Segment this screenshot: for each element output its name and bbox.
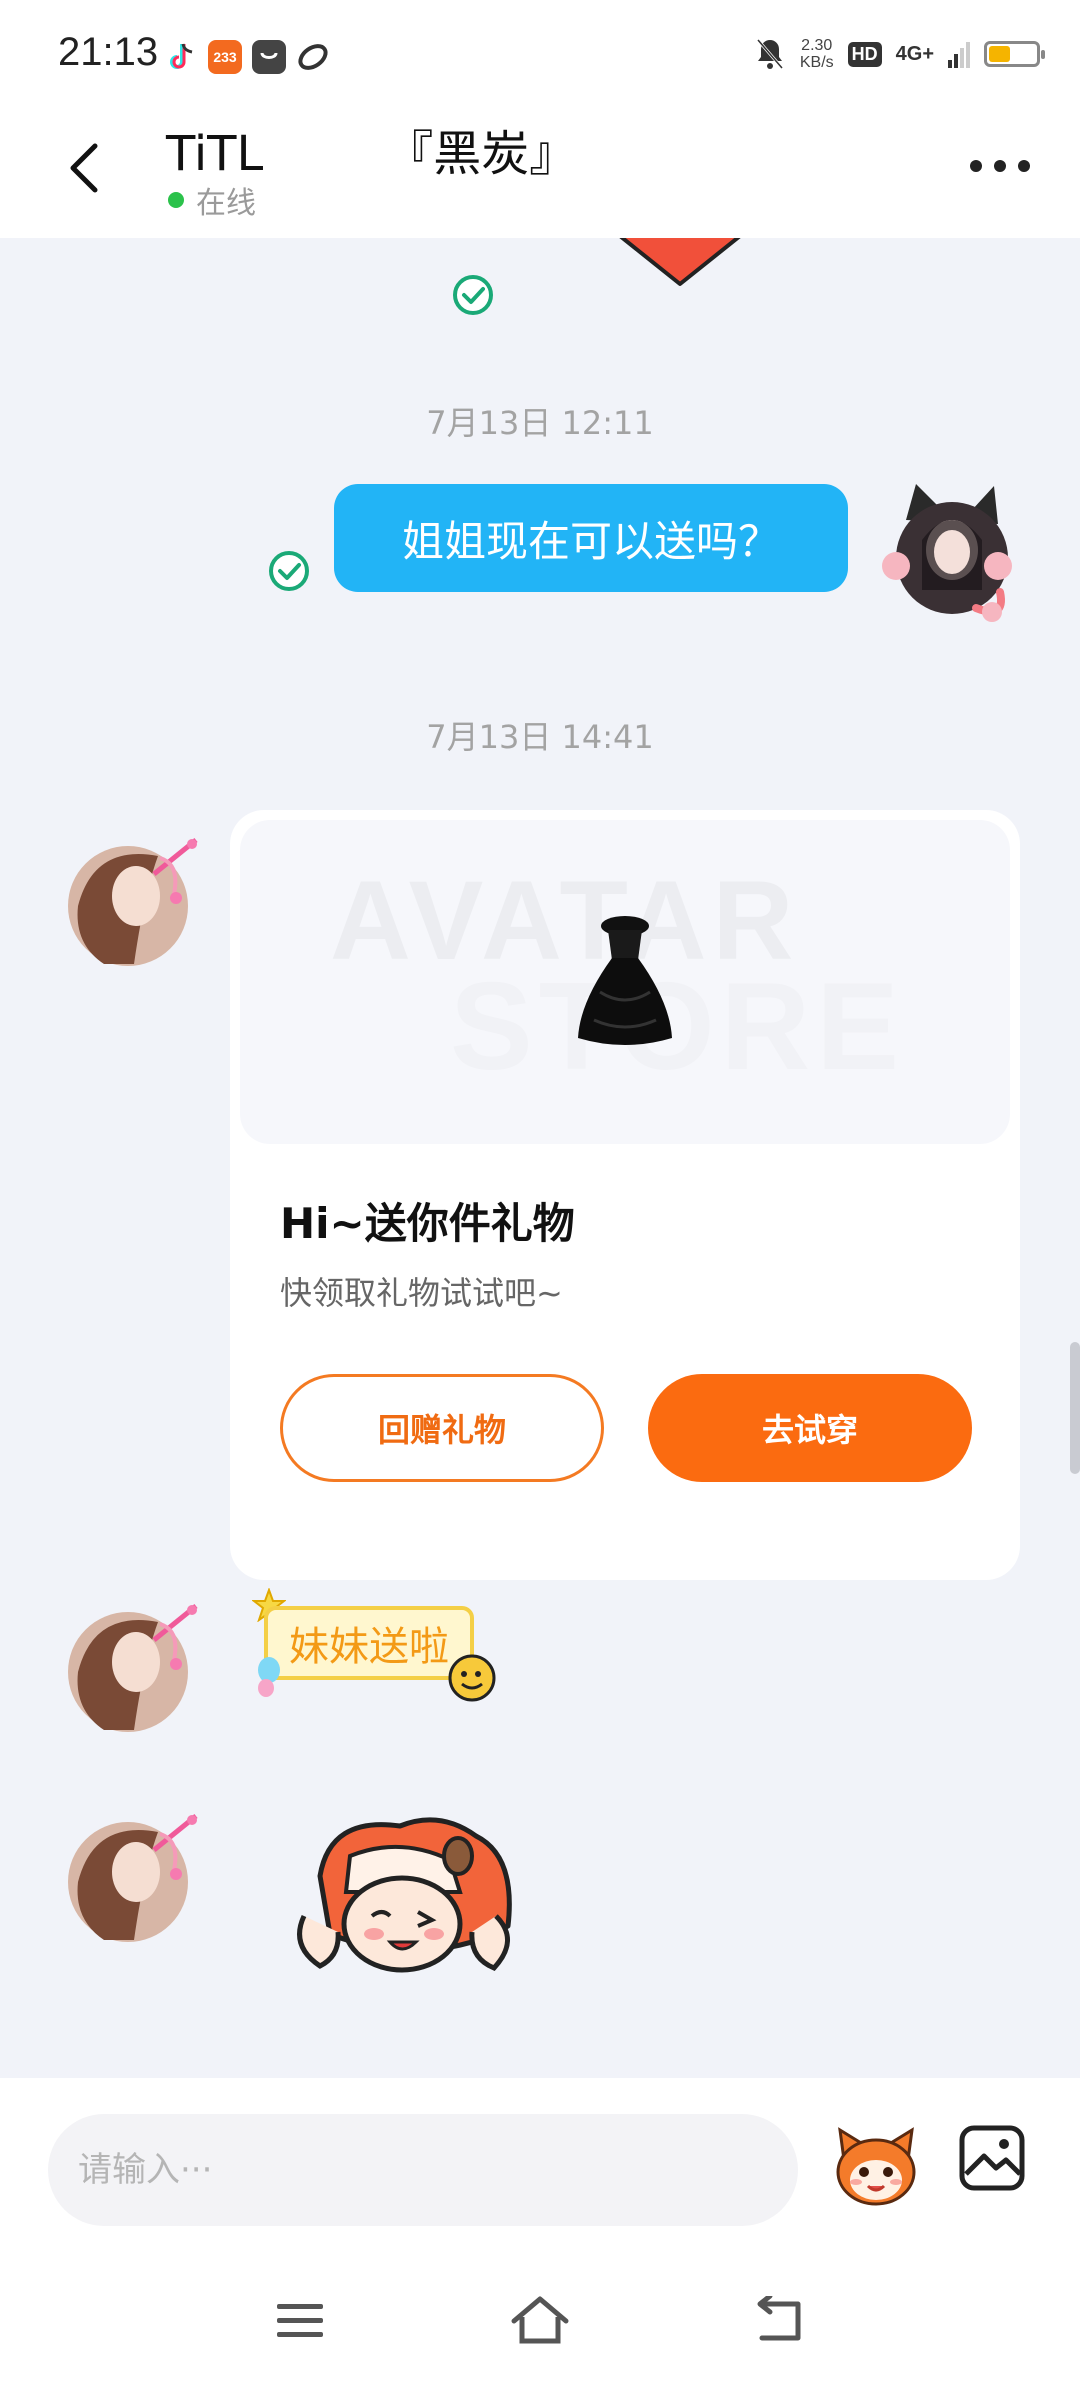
back-arrow-icon bbox=[70, 143, 98, 193]
chat-header: TiTL 『黑炭』 在线 bbox=[0, 100, 1080, 238]
heart-sticker bbox=[619, 238, 741, 286]
contact-avatar[interactable] bbox=[64, 834, 204, 966]
cat-frame-avatar-icon bbox=[882, 484, 1012, 622]
timestamp: 7月13日 14:41 bbox=[426, 718, 654, 756]
gift-banner[interactable]: AVATAR STORE bbox=[240, 820, 1010, 1144]
chat-area[interactable]: 7月13日 12:11 姐姐现在可以送吗？ 7月13日 14:41 AVATAR… bbox=[0, 238, 1080, 2078]
contact-avatar-icon bbox=[68, 1814, 198, 1942]
contact-avatar[interactable] bbox=[64, 1810, 204, 1942]
more-options-button[interactable] bbox=[970, 146, 1030, 186]
home-button[interactable] bbox=[508, 2288, 572, 2352]
status-indicators: 2.30 KB/s HD 4G+ bbox=[754, 34, 1045, 74]
menu-icon bbox=[277, 2304, 323, 2337]
gift-card[interactable]: AVATAR STORE Hi~送你件礼物 快领取礼物试试吧~ 回赠礼物 去试穿 bbox=[230, 810, 1020, 1580]
home-icon bbox=[511, 2296, 569, 2344]
fox-emoji-icon bbox=[836, 2127, 916, 2206]
my-avatar[interactable] bbox=[876, 480, 1022, 630]
return-gift-button[interactable]: 回赠礼物 bbox=[280, 1374, 604, 1482]
link-app-icon bbox=[296, 40, 330, 74]
contact-avatar[interactable] bbox=[64, 1600, 204, 1732]
online-status: 在线 bbox=[168, 178, 256, 222]
net-speed: 2.30 KB/s bbox=[799, 37, 834, 71]
emoji-button[interactable] bbox=[830, 2120, 922, 2212]
status-bar: 21:13 233 2.30 KB/s HD 4G+ bbox=[0, 0, 1080, 100]
balloon-icon bbox=[258, 1657, 280, 1697]
contact-avatar-icon bbox=[68, 838, 198, 966]
contact-name: TiTL 『黑炭』 bbox=[166, 126, 578, 182]
signal-icon bbox=[948, 42, 970, 68]
bag-app-icon bbox=[252, 40, 286, 74]
sticker-message[interactable]: 妹妹送啦 bbox=[264, 1606, 474, 1680]
hd-badge: HD bbox=[847, 41, 882, 67]
contact-avatar-icon bbox=[68, 1604, 198, 1732]
sent-check-icon bbox=[453, 275, 493, 315]
back-nav-button[interactable] bbox=[748, 2288, 812, 2352]
status-time: 21:13 bbox=[58, 30, 159, 74]
image-icon bbox=[959, 2125, 1025, 2191]
gift-subtitle: 快领取礼物试试吧~ bbox=[280, 1274, 563, 1312]
233-app-icon: 233 bbox=[208, 40, 242, 74]
gift-title: Hi~送你件礼物 bbox=[280, 1199, 575, 1248]
image-button[interactable] bbox=[956, 2122, 1028, 2194]
more-dot-icon bbox=[994, 160, 1006, 172]
mute-bell-icon bbox=[756, 39, 783, 69]
back-button[interactable] bbox=[50, 128, 120, 208]
try-on-button[interactable]: 去试穿 bbox=[648, 1374, 972, 1482]
cartoon-girl-sticker[interactable] bbox=[290, 1816, 526, 1992]
battery-icon bbox=[984, 41, 1045, 67]
network-type: 4G+ bbox=[895, 42, 934, 65]
more-dot-icon bbox=[1018, 160, 1030, 172]
sent-check-icon bbox=[269, 551, 309, 591]
navigation-bar bbox=[0, 2248, 1080, 2388]
online-dot-icon bbox=[168, 192, 184, 208]
more-dot-icon bbox=[970, 160, 982, 172]
battery-level bbox=[989, 46, 1010, 62]
tiktok-icon bbox=[164, 40, 198, 74]
scrollbar[interactable] bbox=[1070, 1342, 1080, 1474]
message-input[interactable] bbox=[48, 2114, 798, 2226]
timestamp: 7月13日 12:11 bbox=[426, 404, 654, 442]
black-dress-icon bbox=[578, 916, 672, 1045]
back-nav-icon bbox=[757, 2296, 801, 2341]
outgoing-message-bubble[interactable]: 姐姐现在可以送吗？ bbox=[334, 484, 848, 592]
online-status-label: 在线 bbox=[196, 186, 256, 221]
menu-button[interactable] bbox=[268, 2288, 332, 2352]
smiley-sticker-icon bbox=[448, 1654, 496, 1702]
input-bar bbox=[0, 2078, 1080, 2248]
